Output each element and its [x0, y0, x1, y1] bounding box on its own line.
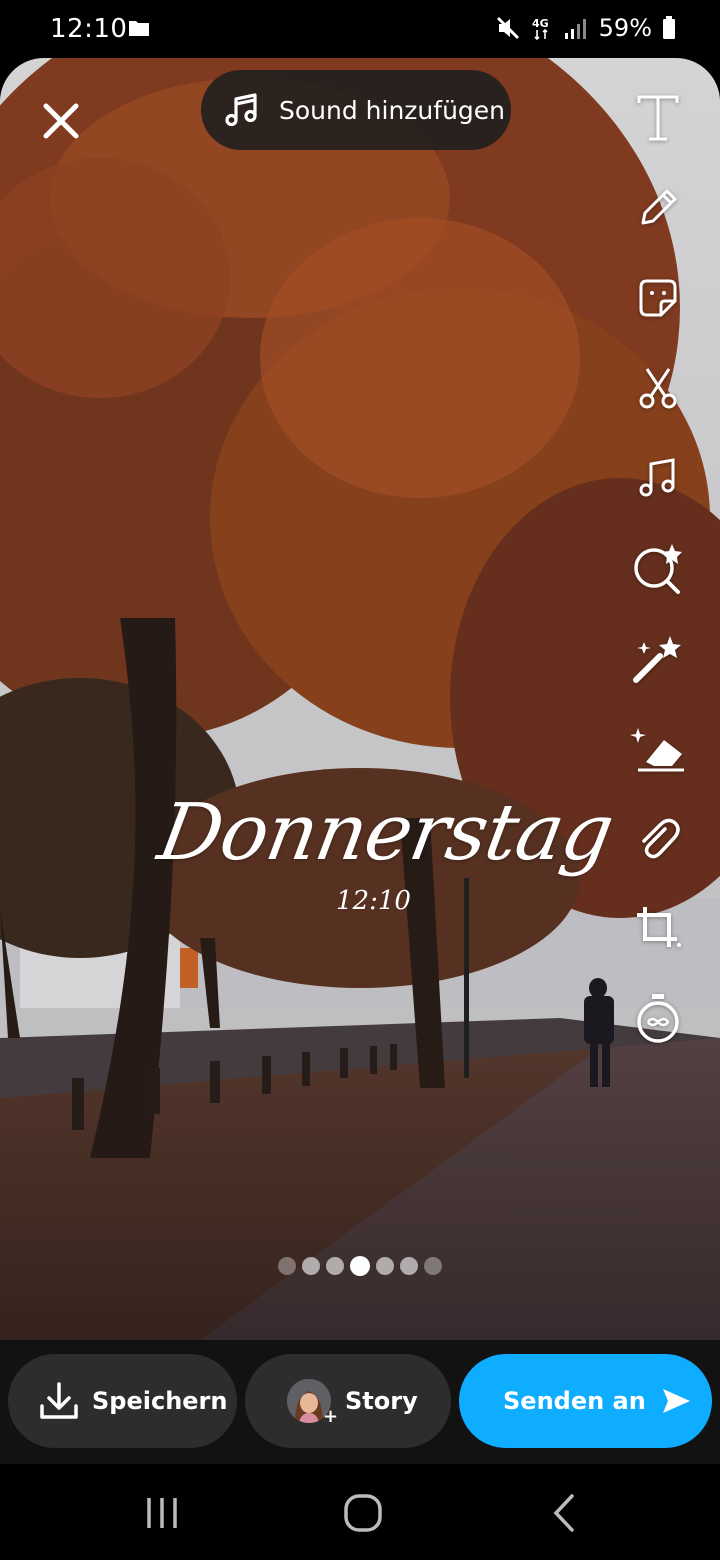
- timer-icon: [637, 994, 679, 1043]
- send-to-button[interactable]: Senden an: [459, 1354, 712, 1448]
- snap-preview[interactable]: Sound hinzufügen Donnerstag 12:10: [0, 58, 720, 1340]
- svg-text:4G: 4G: [532, 17, 549, 30]
- 4g-icon: 4G: [532, 17, 549, 41]
- mute-icon: [496, 16, 519, 40]
- close-icon[interactable]: [38, 98, 84, 144]
- scissors-icon: [639, 368, 677, 409]
- magic-wand-tool-button[interactable]: [626, 626, 690, 690]
- recent-apps-icon[interactable]: [139, 1490, 185, 1536]
- crop-icon: [637, 907, 681, 947]
- music-tool-button[interactable]: [626, 446, 690, 510]
- add-sound-label: Sound hinzufügen: [279, 95, 506, 125]
- sticker-icon: [639, 279, 677, 317]
- sticker-time: 12:10: [336, 886, 411, 916]
- pager-dot-active: [350, 1256, 370, 1276]
- home-icon[interactable]: [340, 1490, 386, 1536]
- magic-wand-icon: [633, 636, 681, 683]
- paperclip-icon: [642, 818, 680, 859]
- pencil-icon: [641, 189, 677, 225]
- eraser-tool-button[interactable]: [626, 716, 690, 780]
- pager-dot: [376, 1257, 394, 1275]
- scissors-tool-button[interactable]: [626, 356, 690, 420]
- pager-dot: [424, 1257, 442, 1275]
- send-to-label: Senden an: [503, 1387, 646, 1415]
- action-bar: Speichern + Story Senden an: [0, 1340, 720, 1464]
- date-sticker[interactable]: Donnerstag 12:10: [152, 788, 619, 958]
- signal-icon: [564, 19, 586, 39]
- autumn-street-photo: [0, 58, 720, 1340]
- add-sound-button[interactable]: Sound hinzufügen: [201, 70, 511, 150]
- crop-tool-button[interactable]: [626, 896, 690, 960]
- status-bar: 12:10 4G 59%: [0, 0, 720, 58]
- story-button[interactable]: + Story: [245, 1354, 451, 1448]
- status-time: 12:10: [50, 14, 128, 44]
- status-icons: 4G 59%: [495, 14, 676, 42]
- back-icon[interactable]: [542, 1490, 588, 1536]
- save-label: Speichern: [92, 1387, 228, 1415]
- music-icon: [639, 458, 675, 497]
- draw-tool-button[interactable]: [626, 176, 690, 240]
- lens-search-tool-button[interactable]: [626, 536, 690, 600]
- sticker-tool-button[interactable]: [626, 266, 690, 330]
- filter-pager[interactable]: [278, 1256, 442, 1276]
- save-button[interactable]: Speichern: [8, 1354, 237, 1448]
- pager-dot: [400, 1257, 418, 1275]
- sticker-day: Donnerstag: [152, 788, 620, 878]
- download-icon: [40, 1382, 78, 1419]
- pager-dot: [278, 1257, 296, 1275]
- folder-icon: [129, 21, 149, 36]
- story-label: Story: [345, 1387, 418, 1415]
- attachment-tool-button[interactable]: [626, 806, 690, 870]
- pager-dot: [302, 1257, 320, 1275]
- timer-tool-button[interactable]: [626, 986, 690, 1050]
- text-icon: [637, 95, 679, 141]
- add-icon: +: [323, 1406, 339, 1427]
- system-nav-bar: [0, 1464, 720, 1560]
- lens-search-icon: [634, 544, 682, 594]
- eraser-icon: [630, 728, 684, 772]
- text-tool-button[interactable]: [626, 86, 690, 150]
- send-arrow-icon: [662, 1389, 690, 1413]
- battery-percent: 59%: [598, 14, 652, 42]
- music-note-icon: [225, 93, 257, 127]
- battery-icon: [663, 16, 675, 39]
- pager-dot: [326, 1257, 344, 1275]
